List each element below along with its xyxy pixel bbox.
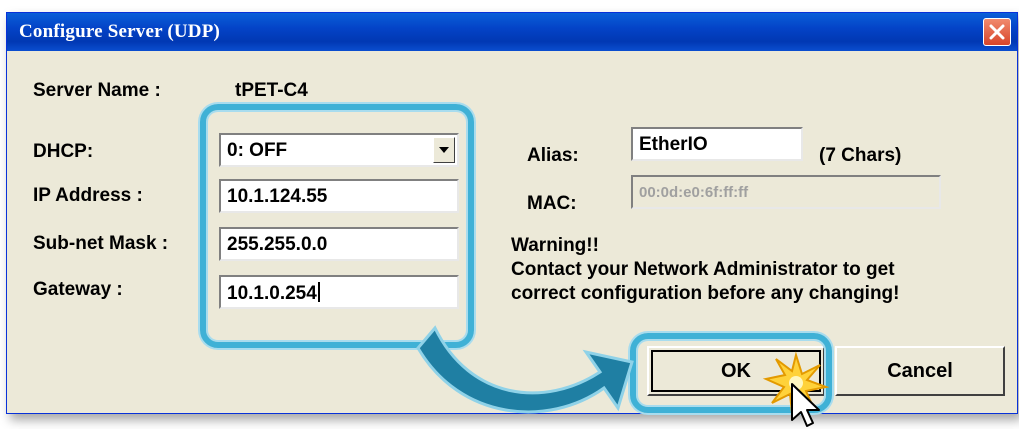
dhcp-select-value: 0: OFF xyxy=(227,140,288,161)
server-name-value: tPET-C4 xyxy=(235,80,308,101)
gateway-value: 10.1.0.254 xyxy=(227,283,317,304)
configure-server-dialog: Configure Server (UDP) Server Name : tPE… xyxy=(6,12,1018,414)
gateway-label: Gateway : xyxy=(33,279,123,300)
warning-line-1: Contact your Network Administrator to ge… xyxy=(511,259,895,280)
chevron-down-icon xyxy=(439,147,449,153)
close-icon xyxy=(989,24,1005,40)
ip-address-value: 10.1.124.55 xyxy=(227,186,328,207)
mac-value: 00:0d:e0:6f:ff:ff xyxy=(639,184,749,201)
alias-input[interactable]: EtherIO xyxy=(631,127,803,161)
dhcp-label: DHCP: xyxy=(33,141,94,162)
ok-button[interactable]: OK xyxy=(647,346,825,396)
subnet-mask-input[interactable]: 255.255.0.0 xyxy=(219,227,459,261)
text-cursor xyxy=(317,282,320,302)
warning-line-2: correct configuration before any changin… xyxy=(511,283,900,304)
mac-input: 00:0d:e0:6f:ff:ff xyxy=(631,175,941,209)
dhcp-dropdown-button[interactable] xyxy=(433,137,455,163)
warning-title: Warning!! xyxy=(511,235,599,256)
mac-label: MAC: xyxy=(527,193,577,214)
alias-value: EtherIO xyxy=(639,134,708,155)
alias-hint: (7 Chars) xyxy=(819,145,902,166)
cancel-button[interactable]: Cancel xyxy=(835,346,1005,396)
ip-address-label: IP Address : xyxy=(33,185,143,206)
subnet-mask-value: 255.255.0.0 xyxy=(227,234,328,255)
gateway-input[interactable]: 10.1.0.254 xyxy=(219,275,459,309)
close-button[interactable] xyxy=(983,18,1011,46)
alias-label: Alias: xyxy=(527,145,579,166)
window-title: Configure Server (UDP) xyxy=(19,21,221,42)
subnet-mask-label: Sub-net Mask : xyxy=(33,233,169,254)
ip-address-input[interactable]: 10.1.124.55 xyxy=(219,179,459,213)
server-name-label: Server Name : xyxy=(33,80,161,101)
title-bar: Configure Server (UDP) xyxy=(7,13,1017,51)
dhcp-select[interactable]: 0: OFF xyxy=(219,133,459,167)
